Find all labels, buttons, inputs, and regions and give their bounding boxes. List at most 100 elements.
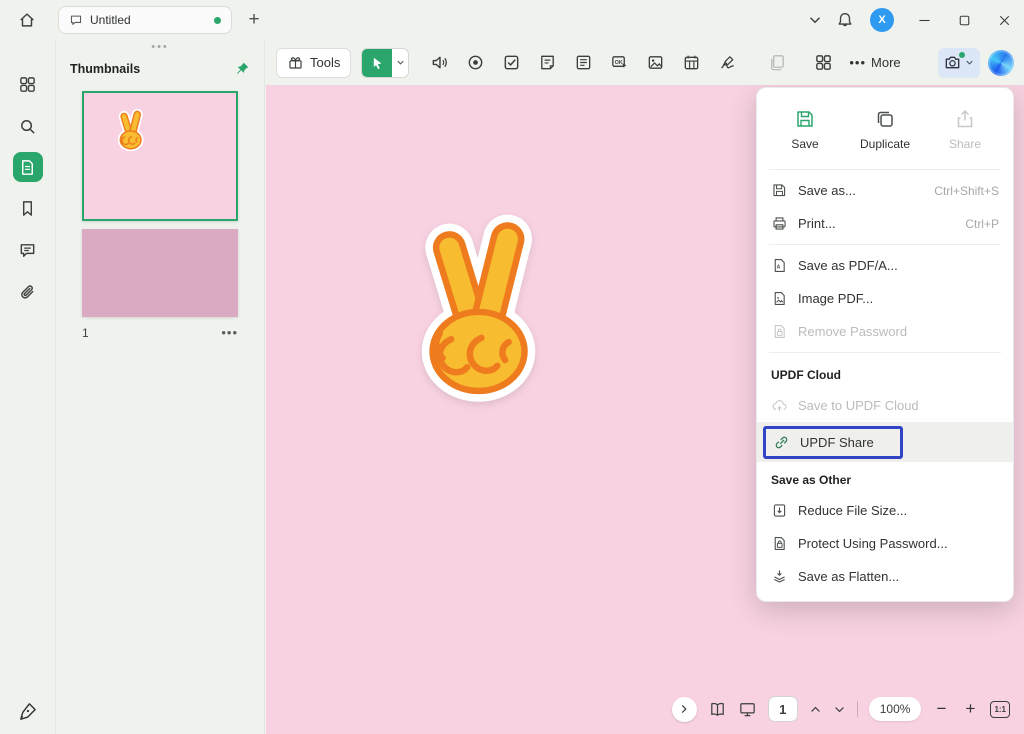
- bell-icon: [836, 11, 854, 29]
- menu-item-save-as[interactable]: Save as... Ctrl+Shift+S: [757, 174, 1013, 207]
- comment-icon: [18, 241, 37, 260]
- maximize-button[interactable]: [944, 0, 984, 40]
- more-button[interactable]: ••• More: [841, 48, 908, 78]
- presentation-icon: [738, 700, 757, 719]
- minus-icon: −: [936, 699, 946, 718]
- menu-section-other: Save as Other: [757, 462, 1013, 494]
- audio-tool-button[interactable]: [421, 48, 457, 78]
- pen-tool-button[interactable]: [0, 701, 55, 722]
- record-icon: [466, 53, 485, 72]
- statusbar-divider: [857, 701, 858, 717]
- menu-item-shortcut: Ctrl+Shift+S: [934, 184, 999, 198]
- menu-item-label: UPDF Share: [800, 435, 874, 450]
- duplicate-icon: [874, 108, 896, 130]
- sidebar-item-thumbnails[interactable]: [13, 152, 43, 182]
- checkbox-tool-button[interactable]: [493, 48, 529, 78]
- share-icon: [954, 108, 976, 130]
- organize-tool-button[interactable]: [805, 48, 841, 78]
- link-icon: [773, 434, 790, 451]
- menu-save-button[interactable]: Save: [765, 102, 845, 157]
- menu-item-shortcut: Ctrl+P: [965, 217, 999, 231]
- sidebar-item-attachments[interactable]: [12, 276, 44, 308]
- thumbnails-header: Thumbnails: [56, 51, 264, 85]
- menu-item-print[interactable]: Print... Ctrl+P: [757, 207, 1013, 240]
- slideshow-button[interactable]: [738, 700, 757, 719]
- menu-divider: [769, 352, 1001, 353]
- peace-sticker-thumb: [108, 105, 154, 155]
- save-as-icon: [771, 182, 788, 199]
- avatar[interactable]: X: [870, 8, 894, 32]
- menu-share-button[interactable]: Share: [925, 102, 1005, 157]
- table-icon: [682, 53, 701, 72]
- share-highlight-box: UPDF Share: [763, 426, 903, 459]
- ai-assistant-button[interactable]: [988, 50, 1014, 76]
- zoom-level[interactable]: 100%: [869, 697, 922, 721]
- tab-list-button[interactable]: [800, 5, 830, 35]
- pin-panel-button[interactable]: [234, 61, 250, 77]
- print-icon: [771, 215, 788, 232]
- zoom-in-button[interactable]: +: [961, 699, 979, 719]
- signature-tool-button[interactable]: [709, 48, 745, 78]
- select-tool-active[interactable]: [362, 49, 392, 77]
- thumbnails-title: Thumbnails: [70, 62, 140, 76]
- chevron-up-icon: [809, 703, 822, 716]
- close-button[interactable]: [984, 0, 1024, 40]
- page-thumbnail-2[interactable]: [82, 229, 238, 317]
- menu-item-save-pdfa[interactable]: A Save as PDF/A...: [757, 249, 1013, 282]
- menu-item-save-flatten[interactable]: Save as Flatten...: [757, 560, 1013, 593]
- previous-page-button[interactable]: [809, 703, 822, 716]
- zoom-out-button[interactable]: −: [932, 699, 950, 719]
- sidebar-item-bookmarks[interactable]: [12, 192, 44, 224]
- tab-title: Untitled: [90, 13, 131, 27]
- minimize-button[interactable]: [904, 0, 944, 40]
- tools-label: Tools: [310, 55, 340, 70]
- cloud-upload-icon: [771, 397, 788, 414]
- menu-item-label: Print...: [798, 216, 836, 231]
- home-button[interactable]: [12, 5, 42, 35]
- menu-item-label: Save as...: [798, 183, 856, 198]
- panel-drag-handle[interactable]: •••: [56, 40, 264, 51]
- apps-icon: [18, 75, 37, 94]
- remove-password-icon: [771, 323, 788, 340]
- page-number-label: 1: [82, 326, 89, 340]
- sidebar-item-apps[interactable]: [12, 68, 44, 100]
- note-tool-button[interactable]: [529, 48, 565, 78]
- snapshot-dropdown[interactable]: [962, 57, 975, 68]
- menu-item-save-to-cloud[interactable]: Save to UPDF Cloud: [757, 389, 1013, 422]
- menu-item-reduce-size[interactable]: Reduce File Size...: [757, 494, 1013, 527]
- pages-tool-button[interactable]: [759, 48, 795, 78]
- tools-button[interactable]: Tools: [276, 48, 351, 78]
- checkbox-icon: [502, 53, 521, 72]
- select-tool-dropdown[interactable]: [392, 49, 408, 77]
- page-thumbnail-1[interactable]: [82, 91, 238, 221]
- menu-duplicate-button[interactable]: Duplicate: [845, 102, 925, 157]
- note-icon: [538, 53, 557, 72]
- select-tool-button[interactable]: [361, 48, 409, 78]
- document-canvas[interactable]: Save Duplicate Share Save as... Ctrl+Shi…: [266, 85, 1024, 734]
- image-tool-button[interactable]: [637, 48, 673, 78]
- document-tab[interactable]: Untitled: [58, 6, 232, 34]
- notifications-button[interactable]: [830, 5, 860, 35]
- page-number-input[interactable]: 1: [768, 696, 798, 722]
- menu-item-remove-password[interactable]: Remove Password: [757, 315, 1013, 348]
- menu-item-image-pdf[interactable]: Image PDF...: [757, 282, 1013, 315]
- ocr-tool-button[interactable]: OK: [601, 48, 637, 78]
- menu-item-updf-share[interactable]: UPDF Share: [757, 422, 1013, 462]
- next-page-button[interactable]: [833, 703, 846, 716]
- menu-item-label: Save as Flatten...: [798, 569, 899, 584]
- save-icon: [794, 108, 816, 130]
- table-tool-button[interactable]: [673, 48, 709, 78]
- reader-mode-button[interactable]: [708, 700, 727, 719]
- record-tool-button[interactable]: [457, 48, 493, 78]
- thumbnail-label-row: 1 •••: [82, 325, 238, 340]
- snapshot-button[interactable]: [938, 48, 980, 78]
- actual-size-button[interactable]: 1:1: [990, 701, 1010, 718]
- sidebar-item-comments[interactable]: [12, 234, 44, 266]
- sidebar-item-search[interactable]: [12, 110, 44, 142]
- text-edit-tool-button[interactable]: [565, 48, 601, 78]
- expand-statusbar-button[interactable]: [672, 697, 697, 722]
- menu-item-protect-password[interactable]: Protect Using Password...: [757, 527, 1013, 560]
- page-options-button[interactable]: •••: [221, 325, 238, 340]
- new-tab-button[interactable]: +: [240, 6, 268, 34]
- ellipsis-icon: •••: [221, 325, 238, 340]
